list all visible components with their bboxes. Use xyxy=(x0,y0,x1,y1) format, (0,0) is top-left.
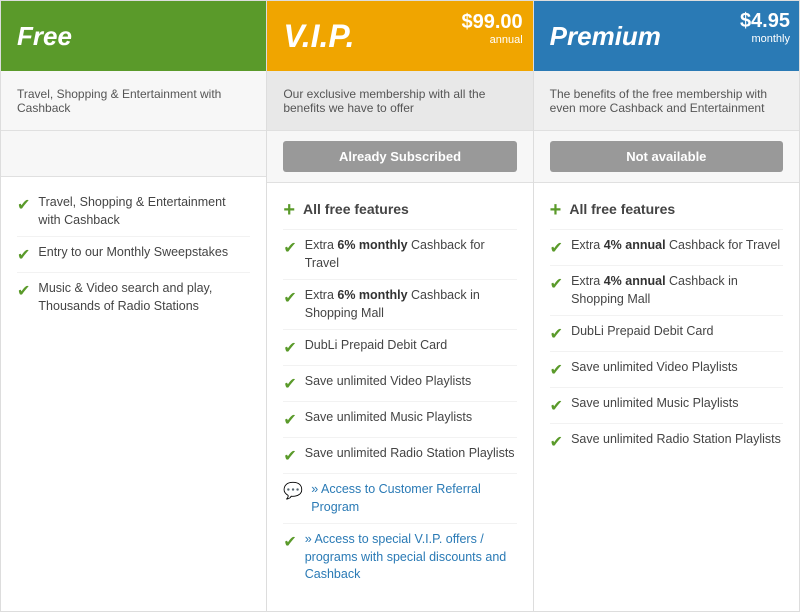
premium-column: Premium $4.95 monthly The benefits of th… xyxy=(534,1,799,611)
check-icon: ✔ xyxy=(17,245,30,265)
vip-features: + All free features ✔ Extra 6% monthly C… xyxy=(267,183,532,611)
premium-features: + All free features ✔ Extra 4% annual Ca… xyxy=(534,183,799,611)
list-item: ✔ Save unlimited Video Playlists xyxy=(283,366,516,402)
check-icon: ✔ xyxy=(550,238,563,258)
list-item: ✔ DubLi Prepaid Debit Card xyxy=(550,316,783,352)
list-item: ✔ » Access to special V.I.P. offers / pr… xyxy=(283,524,516,591)
check-icon: ✔ xyxy=(283,374,296,394)
vip-price: $99.00 xyxy=(461,11,522,34)
premium-all-free-header: + All free features xyxy=(550,193,783,230)
free-subtitle: Travel, Shopping & Entertainment with Ca… xyxy=(1,71,266,131)
list-item: ✔ Travel, Shopping & Entertainment with … xyxy=(17,187,250,237)
list-item: ✔ Music & Video search and play, Thousan… xyxy=(17,273,250,322)
vip-all-free-header: + All free features xyxy=(283,193,516,230)
check-icon: ✔ xyxy=(17,195,30,215)
list-item: ✔ Save unlimited Radio Station Playlists xyxy=(283,438,516,474)
plus-icon: + xyxy=(283,199,295,222)
vip-subtitle: Our exclusive membership with all the be… xyxy=(267,71,532,131)
premium-subtitle: The benefits of the free membership with… xyxy=(534,71,799,131)
check-icon: ✔ xyxy=(550,274,563,294)
check-icon: ✔ xyxy=(550,396,563,416)
vip-offers-link[interactable]: » Access to special V.I.P. offers / prog… xyxy=(305,532,507,581)
referral-link[interactable]: » Access to Customer Referral Program xyxy=(311,482,481,514)
premium-action-button[interactable]: Not available xyxy=(550,141,783,172)
list-item: ✔ Save unlimited Music Playlists xyxy=(550,388,783,424)
chat-icon: 💬 xyxy=(283,481,303,501)
check-icon: ✔ xyxy=(283,532,296,552)
list-item: ✔ Save unlimited Video Playlists xyxy=(550,352,783,388)
check-icon: ✔ xyxy=(283,446,296,466)
check-icon: ✔ xyxy=(17,281,30,301)
premium-price-badge: $4.95 monthly xyxy=(740,10,790,45)
free-header: Free xyxy=(1,1,266,71)
check-icon: ✔ xyxy=(550,432,563,452)
vip-action-button[interactable]: Already Subscribed xyxy=(283,141,516,172)
list-item: ✔ Save unlimited Music Playlists xyxy=(283,402,516,438)
check-icon: ✔ xyxy=(550,324,563,344)
vip-period: annual xyxy=(461,34,522,46)
vip-price-badge: $99.00 annual xyxy=(461,11,522,46)
list-item: ✔ Extra 4% annual Cashback in Shopping M… xyxy=(550,266,783,316)
premium-header: Premium $4.95 monthly xyxy=(534,1,799,71)
plus-icon: + xyxy=(550,199,562,222)
list-item: 💬 » Access to Customer Referral Program xyxy=(283,474,516,524)
check-icon: ✔ xyxy=(283,410,296,430)
premium-price: $4.95 xyxy=(740,10,790,33)
free-column: Free Travel, Shopping & Entertainment wi… xyxy=(1,1,267,611)
check-icon: ✔ xyxy=(283,338,296,358)
vip-action-area: Already Subscribed xyxy=(267,131,532,183)
vip-column: V.I.P. $99.00 annual Our exclusive membe… xyxy=(267,1,533,611)
free-features: ✔ Travel, Shopping & Entertainment with … xyxy=(1,177,266,611)
premium-action-area: Not available xyxy=(534,131,799,183)
free-action-area xyxy=(1,131,266,177)
free-title: Free xyxy=(17,21,250,52)
list-item: ✔ Entry to our Monthly Sweepstakes xyxy=(17,237,250,273)
list-item: ✔ Extra 6% monthly Cashback in Shopping … xyxy=(283,280,516,330)
pricing-table: Free Travel, Shopping & Entertainment wi… xyxy=(0,0,800,612)
check-icon: ✔ xyxy=(283,288,296,308)
list-item: ✔ Extra 4% annual Cashback for Travel xyxy=(550,230,783,266)
check-icon: ✔ xyxy=(283,238,296,258)
list-item: ✔ DubLi Prepaid Debit Card xyxy=(283,330,516,366)
check-icon: ✔ xyxy=(550,360,563,380)
list-item: ✔ Save unlimited Radio Station Playlists xyxy=(550,424,783,459)
premium-period: monthly xyxy=(740,33,790,45)
list-item: ✔ Extra 6% monthly Cashback for Travel xyxy=(283,230,516,280)
vip-header: V.I.P. $99.00 annual xyxy=(267,1,532,71)
